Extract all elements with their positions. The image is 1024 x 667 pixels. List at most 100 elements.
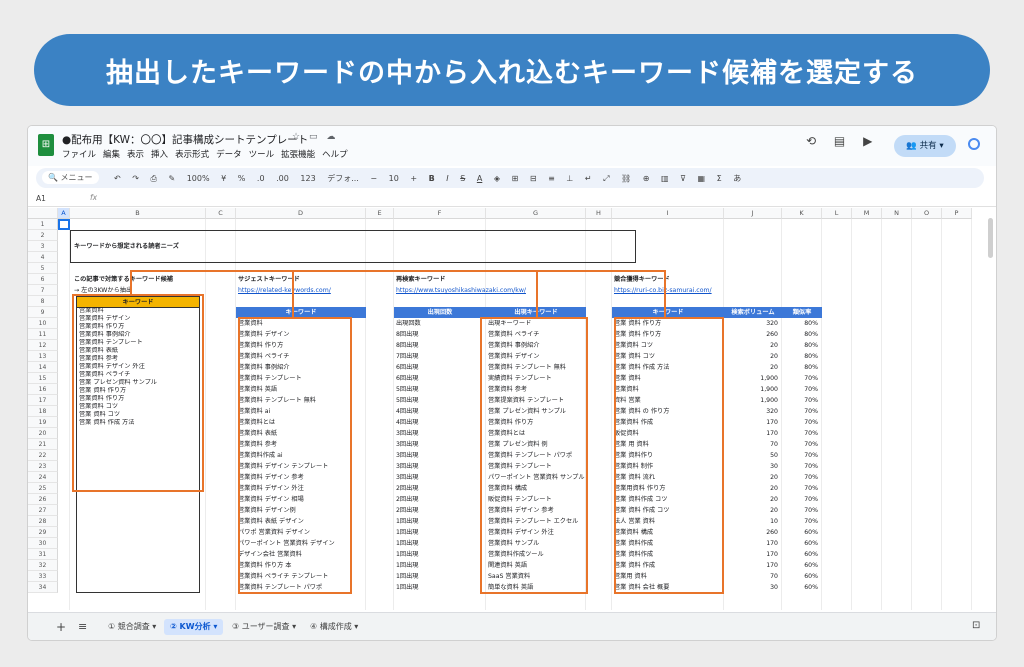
column-header-g[interactable]: G <box>486 208 586 219</box>
row-header[interactable]: 2 <box>28 230 58 241</box>
row-header[interactable]: 33 <box>28 571 58 582</box>
name-box[interactable]: A1 <box>36 194 46 203</box>
italic-button[interactable]: I <box>446 174 448 183</box>
document-title[interactable]: ●配布用【KW：〇〇】記事構成シートテンプレート <box>62 132 308 147</box>
row-header[interactable]: 16 <box>28 384 58 395</box>
row-header[interactable]: 5 <box>28 263 58 274</box>
menu-item[interactable]: ファイル <box>62 150 96 160</box>
competitor-link[interactable]: https://ruri-co.biz-samurai.com/ <box>614 285 734 296</box>
comment-add-icon[interactable]: ⊕ <box>643 174 650 183</box>
history-icon[interactable]: ⟲ <box>806 134 816 148</box>
row-header[interactable]: 26 <box>28 494 58 505</box>
input-tools-icon[interactable]: あ <box>733 174 741 183</box>
row-header[interactable]: 11 <box>28 329 58 340</box>
video-call-icon[interactable]: ▶ <box>863 134 872 148</box>
decimal-increase-icon[interactable]: .00 <box>276 174 289 183</box>
merge-icon[interactable]: ⊟ <box>530 174 537 183</box>
filter-views-icon[interactable]: ▦ <box>698 174 706 183</box>
percent-button[interactable]: % <box>238 174 246 183</box>
currency-button[interactable]: ¥ <box>221 174 226 183</box>
row-header[interactable]: 4 <box>28 252 58 263</box>
folder-icon[interactable]: ▭ <box>309 132 318 142</box>
row-header[interactable]: 31 <box>28 549 58 560</box>
menu-item[interactable]: 拡張機能 <box>281 150 315 160</box>
row-header[interactable]: 15 <box>28 373 58 384</box>
column-header-p[interactable]: P <box>942 208 972 219</box>
column-header-c[interactable]: C <box>206 208 236 219</box>
row-header[interactable]: 22 <box>28 450 58 461</box>
row-header[interactable]: 34 <box>28 582 58 593</box>
rotate-icon[interactable]: ⤢ <box>603 174 609 183</box>
font-select[interactable]: デフォ... <box>327 174 359 183</box>
menu-item[interactable]: 編集 <box>103 150 120 160</box>
menu-item[interactable]: 表示 <box>127 150 144 160</box>
column-header-k[interactable]: K <box>782 208 822 219</box>
menu-item[interactable]: 表示形式 <box>175 150 209 160</box>
corner-cell[interactable] <box>28 208 58 219</box>
column-header-a[interactable]: A <box>58 208 70 219</box>
row-header[interactable]: 7 <box>28 285 58 296</box>
tab-dropdown-icon[interactable]: ▾ <box>290 622 296 631</box>
row-header[interactable]: 30 <box>28 538 58 549</box>
chart-icon[interactable]: ▥ <box>661 174 669 183</box>
font-size-input[interactable]: 10 <box>389 174 399 183</box>
zoom-select[interactable]: 100% <box>187 174 210 183</box>
menu-item[interactable]: データ <box>216 150 242 160</box>
row-header[interactable]: 23 <box>28 461 58 472</box>
gemini-icon[interactable] <box>968 138 980 150</box>
row-header[interactable]: 9 <box>28 307 58 318</box>
all-sheets-button[interactable]: ≡ <box>78 620 87 633</box>
fill-color-icon[interactable]: ◈ <box>494 174 500 183</box>
row-header[interactable]: 6 <box>28 274 58 285</box>
explore-icon[interactable]: ⊡ <box>972 620 980 631</box>
suggest-link[interactable]: https://related-keywords.com/ <box>238 285 358 296</box>
sheet-grid[interactable]: A B C D E F G H I J K L M N O P 1 2 3 4 5 6 7 8 9 10 11 12 13 14 15 16 1… <box>28 208 996 610</box>
row-header[interactable]: 21 <box>28 439 58 450</box>
column-header-i[interactable]: I <box>612 208 724 219</box>
menu-item[interactable]: 挿入 <box>151 150 168 160</box>
borders-icon[interactable]: ⊞ <box>512 174 519 183</box>
row-header[interactable]: 28 <box>28 516 58 527</box>
font-size-decrease[interactable]: − <box>370 174 377 183</box>
align-icon[interactable]: ≡ <box>548 174 555 183</box>
row-header[interactable]: 17 <box>28 395 58 406</box>
redo-icon[interactable]: ↷ <box>132 174 139 183</box>
comment-icon[interactable]: ▤ <box>834 134 845 148</box>
star-icon[interactable]: ☆ <box>292 132 300 142</box>
menu-item[interactable]: ヘルプ <box>322 150 348 160</box>
row-header[interactable]: 13 <box>28 351 58 362</box>
column-header-j[interactable]: J <box>724 208 782 219</box>
row-header[interactable]: 24 <box>28 472 58 483</box>
column-header-b[interactable]: B <box>70 208 206 219</box>
row-header[interactable]: 10 <box>28 318 58 329</box>
row-header[interactable]: 29 <box>28 527 58 538</box>
decimal-decrease-icon[interactable]: .0 <box>257 174 265 183</box>
column-header-f[interactable]: F <box>394 208 486 219</box>
vertical-scrollbar[interactable] <box>988 218 993 258</box>
wrap-icon[interactable]: ↵ <box>585 174 592 183</box>
text-color-button[interactable]: A <box>477 174 482 183</box>
sheet-tab[interactable]: ④ 構成作成 ▾ <box>304 619 364 635</box>
row-header[interactable]: 1 <box>28 219 58 230</box>
tab-dropdown-icon[interactable]: ▾ <box>352 622 358 631</box>
font-size-increase[interactable]: + <box>410 174 417 183</box>
column-header-n[interactable]: N <box>882 208 912 219</box>
tab-dropdown-icon[interactable]: ▾ <box>150 622 156 631</box>
column-header-d[interactable]: D <box>236 208 366 219</box>
sheet-tab[interactable]: ③ ユーザー調査 ▾ <box>226 619 302 635</box>
tab-dropdown-icon[interactable]: ▾ <box>211 622 217 631</box>
sheets-icon[interactable]: ⊞ <box>38 134 54 156</box>
link-icon[interactable]: ⛓ <box>621 174 631 183</box>
paint-format-icon[interactable]: ✎ <box>168 174 175 183</box>
menu-item[interactable]: ツール <box>249 150 275 160</box>
row-header[interactable]: 19 <box>28 417 58 428</box>
row-header[interactable]: 8 <box>28 296 58 307</box>
column-header-m[interactable]: M <box>852 208 882 219</box>
column-header-o[interactable]: O <box>912 208 942 219</box>
number-format-button[interactable]: 123 <box>300 174 315 183</box>
row-header[interactable]: 14 <box>28 362 58 373</box>
strikethrough-button[interactable]: S <box>460 174 465 183</box>
valign-icon[interactable]: ⊥ <box>566 174 573 183</box>
share-button[interactable]: 👥 共有 ▾ <box>894 135 956 157</box>
column-header-h[interactable]: H <box>586 208 612 219</box>
